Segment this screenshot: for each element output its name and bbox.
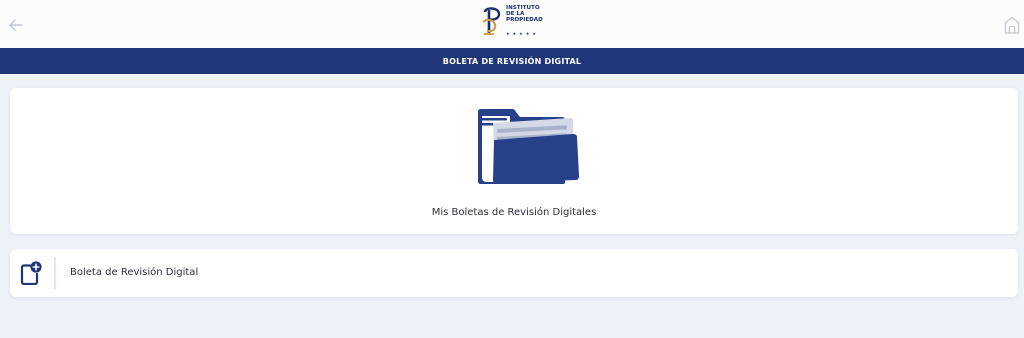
- back-button[interactable]: [6, 15, 26, 35]
- arrow-left-icon: [9, 19, 23, 31]
- add-document-icon: [20, 261, 42, 285]
- home-button[interactable]: [1004, 16, 1020, 34]
- page-title: BOLETA DE REVISIÓN DIGITAL: [442, 56, 582, 66]
- instituto-logo: INSTITUTO DE LA PROPIEDAD ★★★★★: [482, 5, 552, 43]
- my-digital-review-slips-label: Mis Boletas de Revisión Digitales: [431, 207, 597, 218]
- folder-icon: [478, 109, 579, 184]
- my-digital-review-slips-card[interactable]: Mis Boletas de Revisión Digitales: [10, 88, 1018, 234]
- logo-mark-icon: [482, 7, 501, 35]
- logo-stars: ★★★★★: [506, 31, 539, 36]
- row-divider: [54, 257, 56, 289]
- digital-review-slip-label: Boleta de Revisión Digital: [70, 267, 199, 278]
- logo-text: INSTITUTO DE LA PROPIEDAD: [506, 5, 543, 24]
- digital-review-slip-row[interactable]: Boleta de Revisión Digital: [10, 249, 1018, 297]
- home-icon: [1004, 16, 1020, 34]
- top-bar: INSTITUTO DE LA PROPIEDAD ★★★★★: [0, 0, 1024, 48]
- title-bar: BOLETA DE REVISIÓN DIGITAL: [0, 48, 1024, 74]
